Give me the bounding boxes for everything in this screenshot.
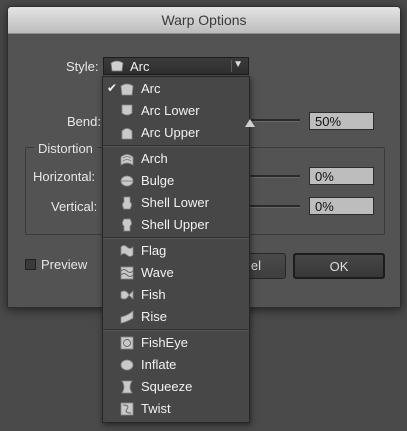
flag-icon xyxy=(120,244,134,258)
menu-item-label: Squeeze xyxy=(141,379,193,394)
menu-item-label: Shell Lower xyxy=(141,195,209,210)
rise-icon xyxy=(120,310,134,324)
menu-separator xyxy=(103,145,249,147)
twist-icon xyxy=(120,402,134,416)
arch-icon xyxy=(120,152,134,166)
menu-item-arc[interactable]: ✔ Arc xyxy=(103,78,249,100)
distortion-group-title: Distortion xyxy=(34,141,97,156)
menu-item-fish[interactable]: Fish xyxy=(103,284,249,306)
menu-item-label: Twist xyxy=(141,401,171,416)
bend-slider-thumb[interactable] xyxy=(245,119,255,127)
horizontal-value-field[interactable]: 0% xyxy=(309,167,374,185)
shell-upper-icon xyxy=(120,218,134,232)
ok-button[interactable]: OK xyxy=(293,253,385,279)
fish-icon xyxy=(120,288,134,302)
menu-separator xyxy=(103,237,249,239)
menu-item-label: Arc Lower xyxy=(141,103,200,118)
chevron-down-icon: ▼ xyxy=(233,59,243,70)
dropdown-divider xyxy=(231,60,232,72)
menu-item-wave[interactable]: Wave xyxy=(103,262,249,284)
arc-icon xyxy=(110,60,124,72)
style-label: Style: xyxy=(66,59,99,74)
menu-item-arc-upper[interactable]: Arc Upper xyxy=(103,122,249,144)
arc-lower-icon xyxy=(120,104,134,118)
horizontal-label: Horizontal: xyxy=(33,169,96,184)
menu-item-fisheye[interactable]: FishEye xyxy=(103,332,249,354)
preview-checkbox[interactable] xyxy=(25,259,36,270)
menu-item-inflate[interactable]: Inflate xyxy=(103,354,249,376)
menu-item-label: FishEye xyxy=(141,335,188,350)
style-dropdown[interactable]: Arc ▼ xyxy=(103,57,249,75)
horizontal-slider-track[interactable] xyxy=(248,175,300,178)
arc-upper-icon xyxy=(120,126,134,140)
style-dropdown-value: Arc xyxy=(130,59,150,74)
dialog-title: Warp Options xyxy=(8,7,400,34)
menu-item-arch[interactable]: Arch xyxy=(103,148,249,170)
menu-separator xyxy=(103,329,249,331)
vertical-slider-track[interactable] xyxy=(248,205,300,208)
menu-item-flag[interactable]: Flag xyxy=(103,240,249,262)
style-dropdown-menu: ✔ Arc Arc Lower Arc Upper Arch Bulge She… xyxy=(102,76,250,423)
shell-lower-icon xyxy=(120,196,134,210)
menu-item-rise[interactable]: Rise xyxy=(103,306,249,328)
menu-item-label: Fish xyxy=(141,287,166,302)
menu-item-label: Inflate xyxy=(141,357,177,372)
menu-item-twist[interactable]: Twist xyxy=(103,398,249,420)
menu-item-shell-lower[interactable]: Shell Lower xyxy=(103,192,249,214)
menu-item-label: Bulge xyxy=(141,173,175,188)
menu-item-arc-lower[interactable]: Arc Lower xyxy=(103,100,249,122)
menu-item-label: Flag xyxy=(141,243,167,258)
fisheye-icon xyxy=(120,336,134,350)
check-icon: ✔ xyxy=(107,81,118,95)
vertical-value-field[interactable]: 0% xyxy=(309,197,374,215)
bend-value-field[interactable]: 50% xyxy=(309,112,374,130)
menu-item-label: Rise xyxy=(141,309,168,324)
menu-item-squeeze[interactable]: Squeeze xyxy=(103,376,249,398)
menu-item-label: Arc xyxy=(141,81,161,96)
bend-label: Bend: xyxy=(67,114,101,129)
vertical-label: Vertical: xyxy=(51,199,98,214)
arc-icon xyxy=(120,82,134,96)
wave-icon xyxy=(120,266,134,280)
bend-slider-track[interactable] xyxy=(248,119,300,122)
menu-item-label: Shell Upper xyxy=(141,217,209,232)
cancel-button-label: el xyxy=(250,258,261,273)
menu-item-label: Wave xyxy=(141,265,174,280)
preview-label: Preview xyxy=(41,257,88,272)
menu-item-label: Arch xyxy=(141,151,168,166)
inflate-icon xyxy=(120,358,134,372)
squeeze-icon xyxy=(120,380,134,394)
menu-item-shell-upper[interactable]: Shell Upper xyxy=(103,214,249,236)
bulge-icon xyxy=(120,174,134,188)
menu-item-bulge[interactable]: Bulge xyxy=(103,170,249,192)
menu-item-label: Arc Upper xyxy=(141,125,200,140)
